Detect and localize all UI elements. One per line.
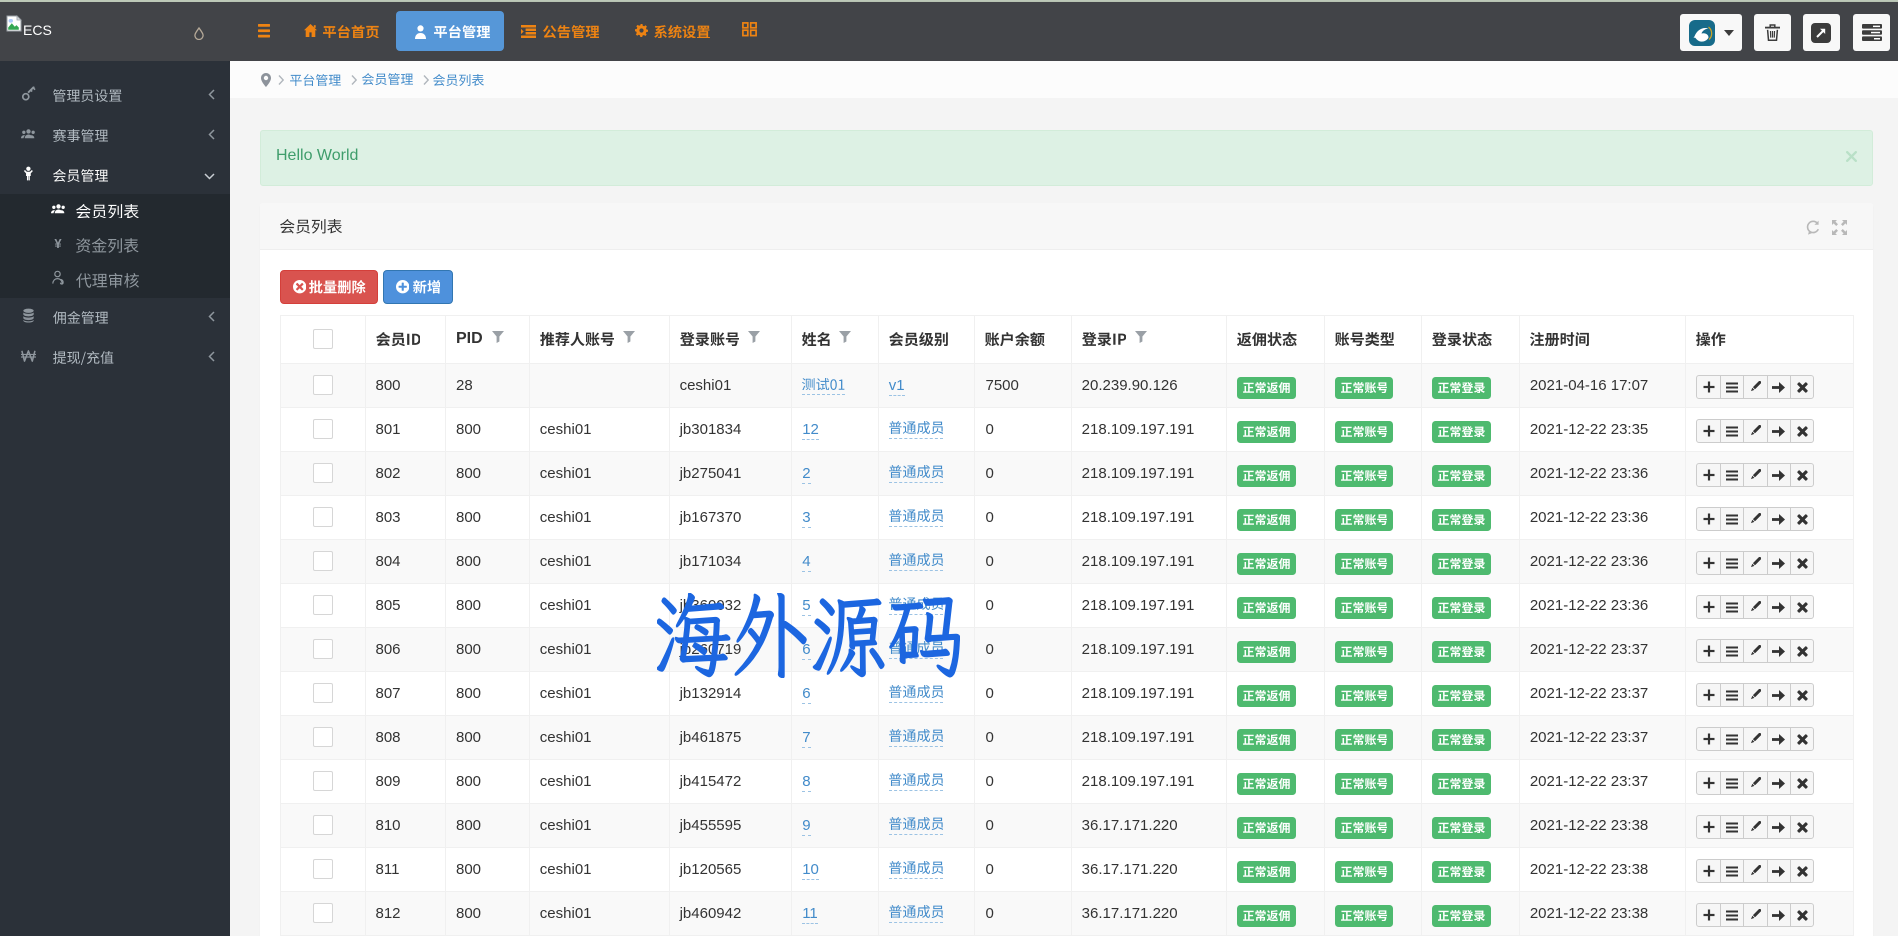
svg-text:¥: ¥ (54, 236, 62, 251)
